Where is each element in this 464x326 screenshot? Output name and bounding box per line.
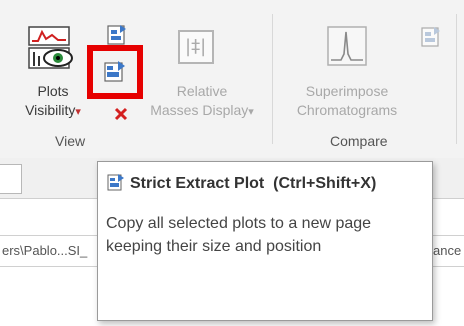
superimpose-chromatograms-button[interactable]: Superimpose Chromatograms [282, 22, 412, 126]
group-separator [272, 14, 273, 144]
highlight-box [87, 45, 143, 99]
plots-visibility-button[interactable]: Plots Visibility▾ [20, 22, 86, 126]
relative-masses-display-button[interactable]: |‡| Relative Masses Display▾ [140, 22, 264, 126]
dropdown-arrow-icon: ▾ [248, 106, 254, 118]
page-copy-icon[interactable] [106, 24, 128, 46]
tooltip-title: Strict Extract Plot (Ctrl+Shift+X) [130, 175, 376, 193]
document-path[interactable]: ers\Pablo...SI_ [2, 243, 87, 258]
tooltip-shortcut: (Ctrl+Shift+X) [273, 175, 377, 192]
input-box[interactable] [0, 164, 22, 194]
delete-icon[interactable] [113, 106, 129, 122]
relative-masses-label-2: Masses Display [150, 102, 249, 118]
ribbon: Plots Visibility▾ |‡| Relative Masses Di… [0, 0, 464, 159]
relative-masses-icon: |‡| [178, 30, 214, 64]
group-label-compare: Compare [330, 133, 388, 149]
superimpose-label-1: Superimpose [305, 83, 389, 99]
strict-extract-plot-icon [107, 174, 124, 191]
group-label-view: View [55, 133, 86, 149]
tooltip-description: Copy all selected plots to a new page ke… [106, 215, 372, 255]
tooltip: Strict Extract Plot (Ctrl+Shift+X) Copy … [97, 161, 433, 321]
document-path-right[interactable]: ance [433, 243, 461, 258]
compare-small-icon[interactable] [420, 26, 442, 48]
dropdown-arrow-icon: ▾ [75, 106, 81, 118]
plots-visibility-label-2: Visibility [25, 102, 76, 118]
group-separator [456, 14, 457, 144]
relative-masses-label-1: Relative [176, 83, 228, 99]
superimpose-label-2: Chromatograms [296, 102, 398, 118]
plots-visibility-icon [28, 26, 73, 69]
tooltip-title-text: Strict Extract Plot [130, 175, 265, 192]
plots-visibility-label-1: Plots [37, 83, 69, 99]
chromatogram-icon [327, 26, 367, 66]
